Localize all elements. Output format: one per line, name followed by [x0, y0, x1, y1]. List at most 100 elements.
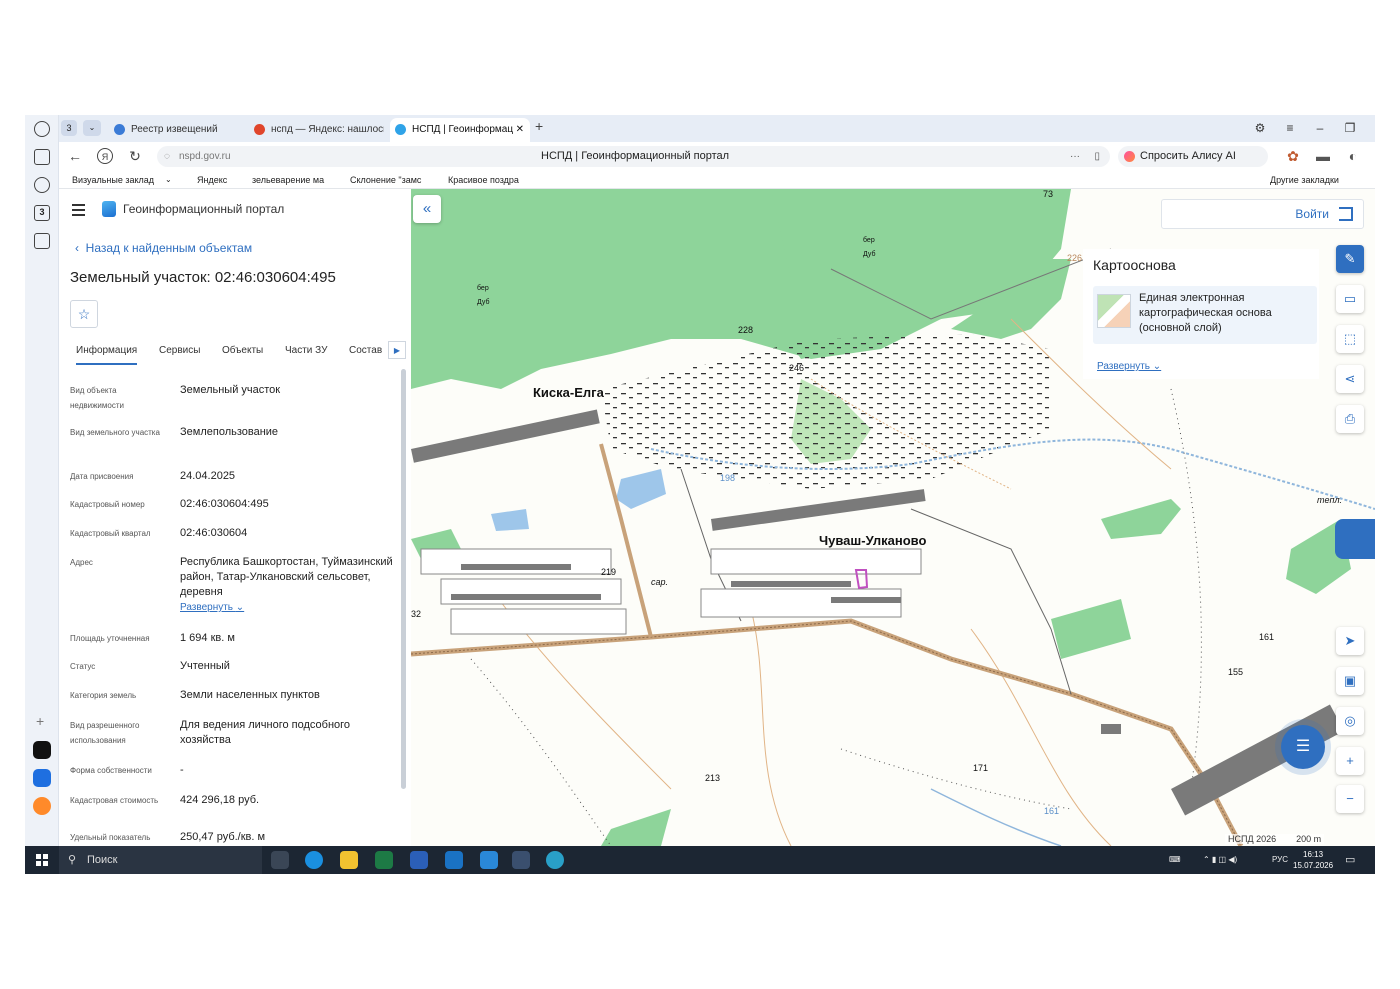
ask-alice-button[interactable]: Спросить Алису AI: [1118, 146, 1268, 167]
menu-icon[interactable]: ≡: [1275, 115, 1305, 142]
tray-icons[interactable]: ⌃ ▮ ◫ ◀): [1203, 846, 1237, 874]
new-tab-icon[interactable]: +: [535, 118, 543, 134]
tab-list-chevron-icon[interactable]: ⌄: [83, 120, 101, 136]
protect-icon[interactable]: ◐: [1345, 148, 1361, 164]
base-layer-thumbnail: [1097, 294, 1131, 328]
map-label: 219: [601, 567, 617, 577]
tab-information[interactable]: Информация: [76, 345, 138, 365]
word-icon[interactable]: [410, 851, 428, 869]
yandex-home-icon[interactable]: Я: [97, 148, 113, 164]
taskbar-search[interactable]: ⚲ Поиск: [59, 846, 262, 874]
cloud-app-icon[interactable]: [33, 769, 51, 787]
messenger-app-icon[interactable]: [33, 741, 51, 759]
map-label: тепл.: [1317, 495, 1343, 505]
bookmark-icon[interactable]: ▯: [1094, 146, 1100, 167]
close-tab-icon[interactable]: ✕: [516, 118, 524, 142]
edge-icon[interactable]: [305, 851, 323, 869]
select-area-tool-icon[interactable]: ⬚: [1336, 325, 1364, 353]
mail-app-icon[interactable]: [33, 797, 51, 815]
tab-objects[interactable]: Объекты: [222, 345, 263, 356]
bookmark-visual[interactable]: Визуальные заклад: [72, 171, 158, 189]
locate-icon[interactable]: ➤: [1336, 627, 1364, 655]
back-to-results-link[interactable]: ‹ Назад к найденным объектам: [75, 241, 252, 255]
more-icon[interactable]: ···: [1070, 146, 1080, 167]
other-bookmarks[interactable]: Другие закладки: [1270, 171, 1339, 189]
chat-icon[interactable]: ☰: [1281, 725, 1325, 769]
map-scale: 200 m: [1296, 834, 1322, 844]
chevron-down-icon[interactable]: ⌄: [165, 171, 172, 189]
portal-title: Геоинформационный портал: [123, 202, 285, 216]
extension-icon[interactable]: ✿: [1285, 148, 1301, 164]
address-expand-link[interactable]: Развернуть ⌄: [180, 600, 400, 615]
tab-yandex-search[interactable]: нспд — Яндекс: нашлось: [249, 118, 384, 142]
bookmark-yandex[interactable]: Яндекс: [197, 171, 237, 189]
tab-registry[interactable]: Реестр извещений: [109, 118, 244, 142]
map-view[interactable]: Киска-Елга Чуваш-Улканово 73 228 246 198…: [411, 189, 1375, 846]
ruler-tool-icon[interactable]: ▭: [1336, 285, 1364, 313]
place-label-chuvash-ulkanovo: Чуваш-Улканово: [819, 533, 927, 548]
close-window-icon[interactable]: ✕: [1365, 115, 1376, 142]
panel-scrollbar[interactable]: [401, 369, 406, 789]
active-app-icon[interactable]: [546, 851, 564, 869]
reload-icon[interactable]: ↻: [127, 148, 143, 164]
base-layer-expand-link[interactable]: Развернуть ⌄: [1097, 361, 1161, 372]
vpn-icon[interactable]: ▬: [1315, 148, 1331, 164]
minimap-icon[interactable]: ▣: [1336, 667, 1364, 695]
browser-side-bar: 3 +: [25, 115, 59, 846]
screenshot-icon[interactable]: [34, 233, 50, 249]
base-layer-panel: Картооснова Единая электронная картограф…: [1083, 249, 1319, 379]
language-indicator[interactable]: РУС: [1272, 846, 1288, 874]
map-label: бер: [863, 237, 875, 244]
minimize-icon[interactable]: –: [1305, 115, 1335, 142]
tab-count[interactable]: 3: [61, 120, 77, 136]
bookmark-declension[interactable]: Склонение "замс: [350, 171, 424, 189]
base-layer-heading: Картооснова: [1093, 257, 1176, 273]
system-clock[interactable]: 16:13 15.07.2026: [1293, 849, 1333, 871]
keyboard-icon[interactable]: ⌨: [1169, 846, 1181, 874]
map-label: 228: [738, 325, 754, 335]
nspd-logo: [102, 201, 116, 217]
url-field[interactable]: ◌ nspd.gov.ru НСПД | Геоинформационный п…: [157, 146, 1110, 167]
zoom-out-icon[interactable]: −: [1336, 785, 1364, 813]
screen: 3 + 3 ⌄ Реестр извещений нспд — Яндекс: …: [25, 115, 1375, 874]
add-panel-icon[interactable]: +: [36, 713, 44, 729]
tab-composition[interactable]: Состав: [349, 345, 382, 356]
layers-tool-icon[interactable]: ✎: [1336, 245, 1364, 273]
map-label: 213: [705, 773, 721, 783]
geo-search-icon[interactable]: ◎: [1336, 707, 1364, 735]
map-label: 226: [1067, 253, 1083, 263]
map-label: 161: [1259, 632, 1275, 642]
tab-nspd[interactable]: НСПД | Геоинформац ✕: [390, 118, 530, 142]
app-icon[interactable]: [480, 851, 498, 869]
map-label: Дуб: [863, 251, 876, 258]
login-button[interactable]: Войти: [1161, 199, 1364, 229]
history-icon[interactable]: [34, 121, 50, 137]
map-label: 198: [720, 473, 736, 483]
excel-icon[interactable]: [375, 851, 393, 869]
zoom-in-icon[interactable]: +: [1336, 747, 1364, 775]
print-tool-icon[interactable]: ⎙: [1336, 405, 1364, 433]
yandex-browser-taskbar-icon[interactable]: [512, 851, 530, 869]
tabs-count-icon[interactable]: 3: [34, 205, 50, 221]
share-tool-icon[interactable]: ⋖: [1336, 365, 1364, 393]
outlook-icon[interactable]: [445, 851, 463, 869]
task-view-icon[interactable]: [271, 851, 289, 869]
extensions-icon[interactable]: ⚙: [1245, 115, 1275, 142]
base-layer-card[interactable]: Единая электронная картографическая осно…: [1093, 286, 1317, 344]
favorite-star-icon[interactable]: ☆: [70, 300, 98, 328]
tab-parts[interactable]: Части ЗУ: [285, 345, 327, 356]
collapse-panel-icon[interactable]: «: [413, 195, 441, 223]
windows-start-icon[interactable]: [36, 854, 48, 866]
hamburger-icon[interactable]: [72, 204, 85, 219]
notifications-icon[interactable]: ▭: [1345, 846, 1355, 874]
explorer-icon[interactable]: [340, 851, 358, 869]
video-icon[interactable]: [34, 177, 50, 193]
tabs-next-icon[interactable]: ▶: [388, 341, 406, 359]
back-icon[interactable]: ←: [67, 148, 83, 164]
bookmark-greeting[interactable]: Красивое поздра: [448, 171, 523, 189]
tab-services[interactable]: Сервисы: [159, 345, 200, 356]
bookmark-potion[interactable]: зельеварение ма: [252, 171, 328, 189]
restore-icon[interactable]: ❐: [1335, 115, 1365, 142]
collections-icon[interactable]: [34, 149, 50, 165]
side-badge-icon[interactable]: [1335, 519, 1375, 559]
